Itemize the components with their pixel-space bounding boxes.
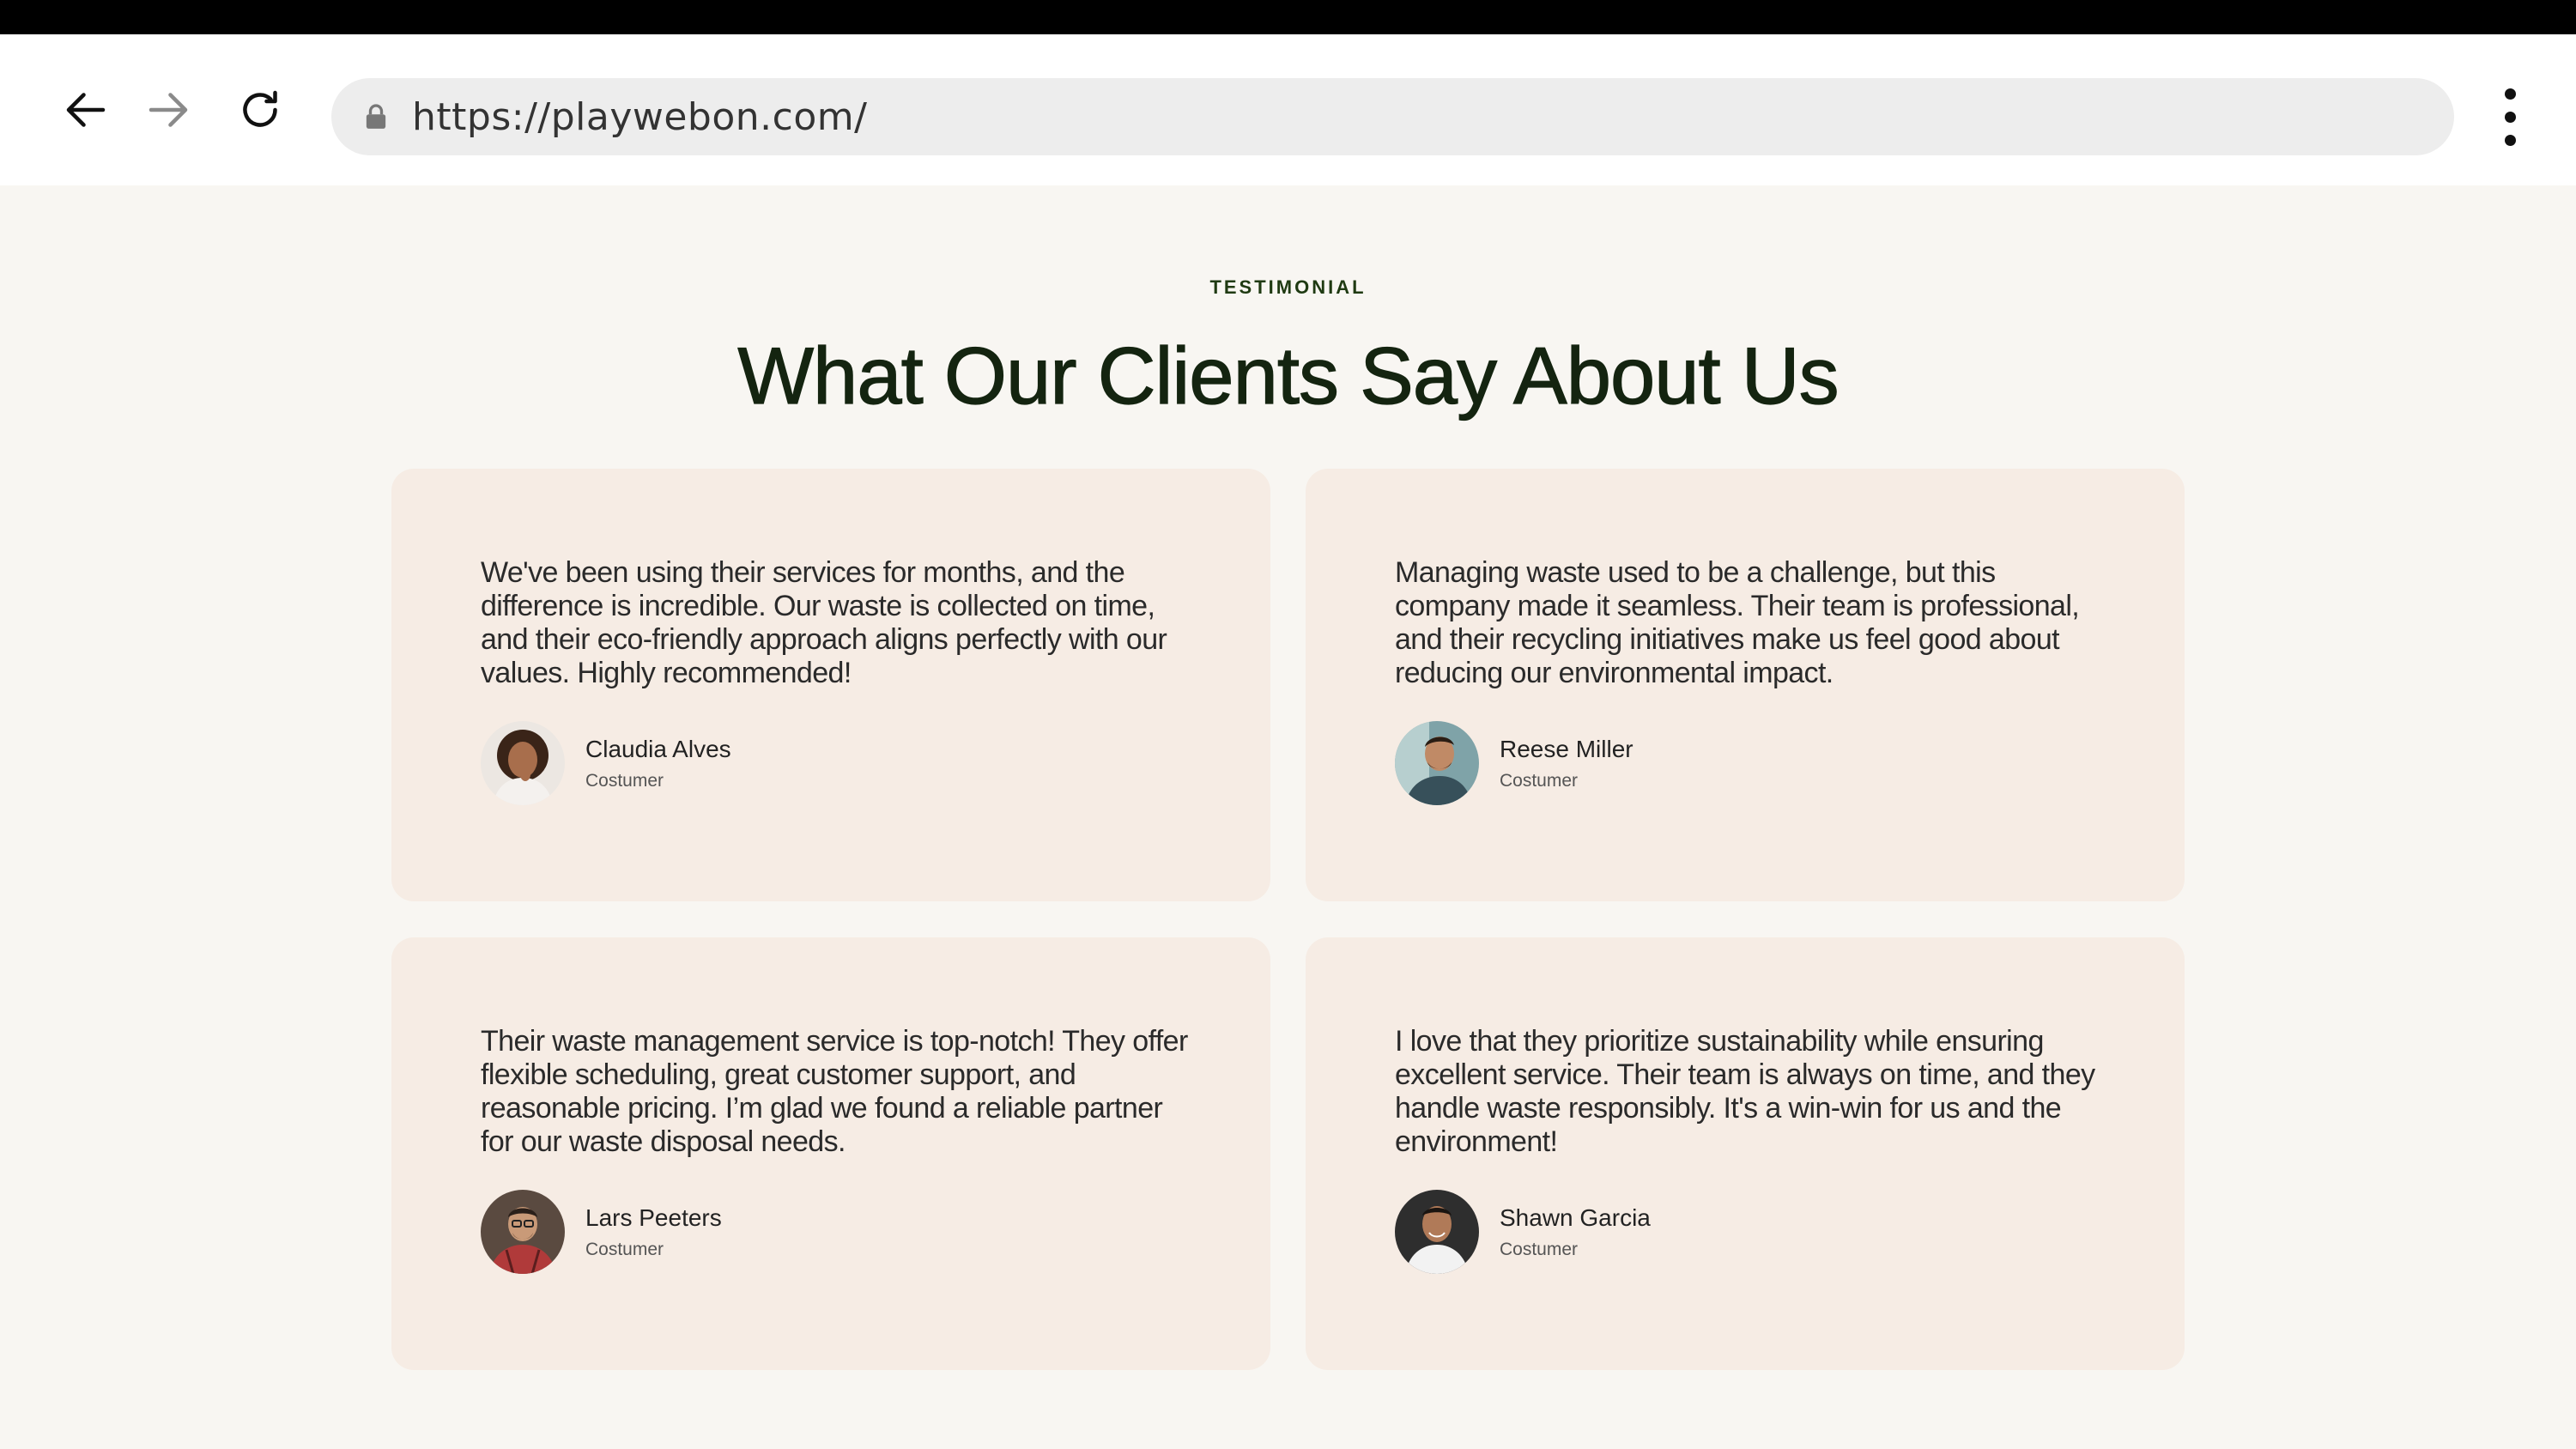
testimonial-card: Managing waste used to be a challenge, b…	[1306, 469, 2185, 901]
author-name: Reese Miller	[1500, 736, 1633, 762]
reload-button[interactable]	[226, 76, 294, 144]
reload-icon	[243, 90, 277, 127]
status-bar	[0, 0, 2576, 34]
testimonial-card: We've been using their services for mont…	[391, 469, 1270, 901]
lock-icon	[364, 102, 388, 131]
testimonial-quote: We've been using their services for mont…	[481, 556, 1167, 689]
testimonial-card: Their waste management service is top-no…	[391, 937, 1270, 1370]
avatar	[481, 1190, 565, 1274]
testimonial-quote: Their waste management service is top-no…	[481, 1025, 1188, 1158]
author-role: Costumer	[1500, 771, 1579, 791]
back-button[interactable]	[52, 76, 120, 144]
avatar	[1395, 1190, 1479, 1274]
author-name: Lars Peeters	[585, 1204, 722, 1231]
address-bar[interactable]: https://playwebon.com/	[331, 78, 2454, 155]
arrow-right-icon	[148, 93, 188, 127]
testimonial-quote: Managing waste used to be a challenge, b…	[1395, 556, 2080, 689]
author-role: Costumer	[585, 771, 664, 791]
author-role: Costumer	[1500, 1240, 1579, 1259]
author-role: Costumer	[585, 1240, 664, 1259]
menu-dot	[2504, 88, 2516, 100]
section-eyebrow: TESTIMONIAL	[1209, 276, 1367, 298]
menu-dot	[2504, 111, 2516, 123]
author-name: Shawn Garcia	[1500, 1204, 1651, 1231]
testimonial-section: TESTIMONIAL What Our Clients Say About U…	[0, 185, 2576, 1449]
forward-button[interactable]	[134, 76, 203, 144]
menu-dot	[2504, 134, 2516, 146]
more-options-button[interactable]	[2489, 82, 2531, 151]
section-heading: What Our Clients Say About Us	[737, 330, 1840, 421]
testimonial-card: I love that they prioritize sustainabili…	[1306, 937, 2185, 1370]
browser-toolbar: https://playwebon.com/	[0, 34, 2576, 185]
arrow-left-icon	[66, 93, 106, 127]
testimonial-quote: I love that they prioritize sustainabili…	[1395, 1025, 2095, 1158]
author-name: Claudia Alves	[585, 736, 731, 762]
avatar	[1395, 721, 1479, 805]
url-text[interactable]: https://playwebon.com/	[412, 95, 867, 139]
avatar	[481, 721, 565, 805]
